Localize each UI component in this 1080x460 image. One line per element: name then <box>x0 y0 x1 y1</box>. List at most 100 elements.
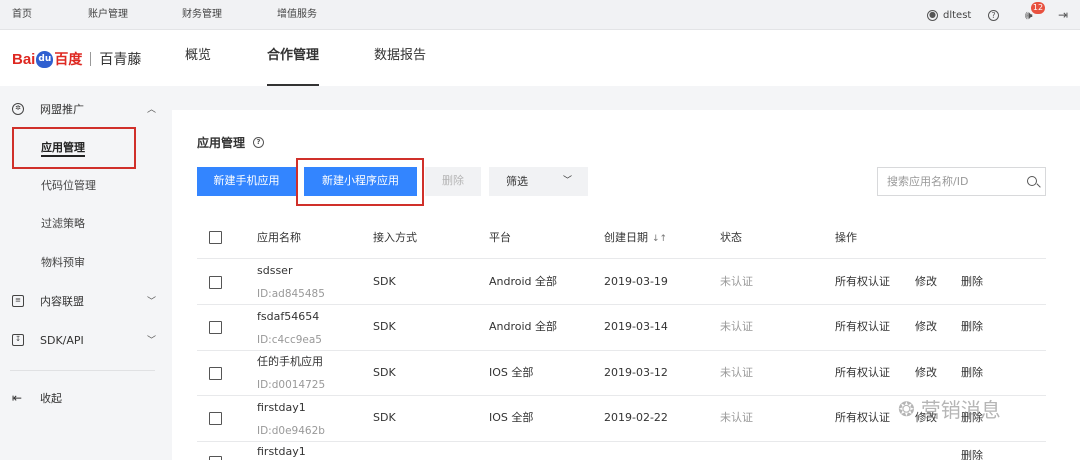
access-method: SDK <box>373 366 396 379</box>
header: Bai du 百度 百青藤 概览 合作管理 数据报告 <box>0 30 1080 86</box>
sidebar-group-label: 网盟推广 <box>40 103 84 116</box>
help-circle-icon[interactable]: ? <box>253 137 265 148</box>
logo-baidu-cn: 百度 <box>54 52 83 68</box>
help-icon[interactable]: ? <box>988 0 999 30</box>
th-create-date-label: 创建日期 <box>604 231 648 244</box>
edit-link[interactable]: 修改 <box>915 319 937 335</box>
row-divider <box>197 441 1046 442</box>
delete-link[interactable]: 删除 <box>961 274 983 290</box>
sidebar-group-label: 内容联盟 <box>40 295 84 308</box>
chevron-down-icon: ﹀ <box>147 336 157 346</box>
delete-link[interactable]: 删除 <box>961 319 983 335</box>
filter-dropdown[interactable]: 筛选 ﹀ <box>489 167 588 196</box>
row-divider <box>197 258 1046 259</box>
platform: IOS 全部 <box>489 411 534 424</box>
ownership-verify-link[interactable]: 所有权认证 <box>835 319 890 335</box>
ownership-verify-link[interactable]: 所有权认证 <box>835 365 890 381</box>
sort-icon[interactable]: ↓↑ <box>652 234 667 244</box>
notification-badge: 12 <box>1031 2 1045 14</box>
row-divider <box>197 304 1046 305</box>
search-input[interactable] <box>878 168 1018 195</box>
row-divider <box>197 350 1046 351</box>
status-text: 未认证 <box>720 366 753 379</box>
chevron-up-icon: ︿ <box>147 105 157 115</box>
platform: Android 全部 <box>489 275 558 288</box>
sidebar-group-content[interactable]: ≡ 内容联盟 ﹀ <box>12 291 160 311</box>
row-checkbox[interactable] <box>209 412 222 425</box>
delete-link[interactable]: 删除 <box>961 448 983 460</box>
baidu-logo[interactable]: Bai du 百度 百青藤 <box>12 48 141 70</box>
chevron-down-icon: ﹀ <box>562 176 572 186</box>
row-checkbox[interactable] <box>209 367 222 380</box>
create-date: 2019-03-19 <box>604 275 668 288</box>
topnav-home[interactable]: 首页 <box>12 0 32 30</box>
access-method: SDK <box>373 275 396 288</box>
sidebar-group-sdk-api[interactable]: ↧ SDK/API ﹀ <box>12 330 160 350</box>
sidebar-item-slot-management[interactable]: 代码位管理 <box>41 176 96 196</box>
app-name: sdsser <box>257 264 293 277</box>
user-menu[interactable]: ● dltest <box>927 0 971 30</box>
topnav-value-added[interactable]: 增值服务 <box>277 0 317 30</box>
highlight-box-button <box>296 158 424 206</box>
search-icon[interactable] <box>1027 176 1037 186</box>
edit-link[interactable]: 修改 <box>915 274 937 290</box>
sidebar-item-filter-strategy[interactable]: 过滤策略 <box>41 214 85 234</box>
highlight-box-sidebar <box>12 127 136 169</box>
watermark-text: 营销消息 <box>920 398 1001 422</box>
platform: IOS 全部 <box>489 366 534 379</box>
status-text: 未认证 <box>720 320 753 333</box>
sidebar-item-material-review[interactable]: 物料预审 <box>41 253 85 273</box>
content-alliance-icon: ≡ <box>12 295 24 307</box>
chevron-down-icon: ﹀ <box>147 297 157 307</box>
app-name: firstday1 <box>257 445 306 458</box>
th-app-name: 应用名称 <box>257 231 301 244</box>
access-method: SDK <box>373 411 396 424</box>
ownership-verify-link[interactable]: 所有权认证 <box>835 410 890 426</box>
search-box[interactable] <box>877 167 1046 196</box>
wechat-icon: ❂ <box>898 396 915 421</box>
tab-cooperation[interactable]: 合作管理 <box>267 30 320 86</box>
sidebar-group-network[interactable]: ✲ 网盟推广 ︿ <box>12 99 160 119</box>
logo-divider <box>90 52 92 66</box>
username: dltest <box>943 9 972 21</box>
app-name: fsdaf54654 <box>257 310 320 323</box>
select-all-checkbox[interactable] <box>209 231 222 244</box>
row-checkbox[interactable] <box>209 276 222 289</box>
new-mobile-app-button[interactable]: 新建手机应用 <box>197 167 296 196</box>
row-checkbox[interactable] <box>209 456 222 460</box>
delete-button[interactable]: 删除 <box>425 167 481 196</box>
sidebar-collapse[interactable]: ⇤ 收起 <box>12 388 160 408</box>
user-icon: ● <box>927 9 938 21</box>
th-actions: 操作 <box>835 231 857 244</box>
create-date: 2019-02-22 <box>604 411 668 424</box>
edit-link[interactable]: 修改 <box>915 365 937 381</box>
app-name: firstday1 <box>257 401 306 414</box>
th-platform: 平台 <box>489 231 511 244</box>
sidebar-group-label: SDK/API <box>40 333 84 347</box>
tab-overview[interactable]: 概览 <box>185 30 211 86</box>
top-bar: 首页 账户管理 财务管理 增值服务 ● dltest ? 🕪 12 ⇥ <box>0 0 1080 30</box>
platform: Android 全部 <box>489 320 558 333</box>
ownership-verify-link[interactable]: 所有权认证 <box>835 274 890 290</box>
app-id: ID:ad845485 <box>257 288 325 300</box>
status-text: 未认证 <box>720 275 753 288</box>
filter-label: 筛选 <box>506 175 528 188</box>
watermark: ❂ 营销消息 <box>898 394 1001 423</box>
row-checkbox[interactable] <box>209 321 222 334</box>
tab-data-report[interactable]: 数据报告 <box>374 30 426 86</box>
logo-bai: Bai <box>12 50 36 68</box>
delete-link[interactable]: 删除 <box>961 365 983 381</box>
page-title-text: 应用管理 <box>197 136 246 150</box>
access-method: SDK <box>373 320 396 333</box>
th-create-date[interactable]: 创建日期 ↓↑ <box>604 229 667 247</box>
logout-icon[interactable]: ⇥ <box>1058 0 1068 30</box>
th-status: 状态 <box>720 231 742 244</box>
app-id: ID:d0e9462b <box>257 425 325 437</box>
app-id: ID:c4cc9ea5 <box>257 334 322 346</box>
app-name: 任的手机应用 <box>257 355 323 368</box>
topnav-account[interactable]: 账户管理 <box>88 0 128 30</box>
create-date: 2019-03-14 <box>604 320 668 333</box>
topnav-finance[interactable]: 财务管理 <box>182 0 222 30</box>
create-date: 2019-03-12 <box>604 366 668 379</box>
collapse-label: 收起 <box>40 392 62 405</box>
